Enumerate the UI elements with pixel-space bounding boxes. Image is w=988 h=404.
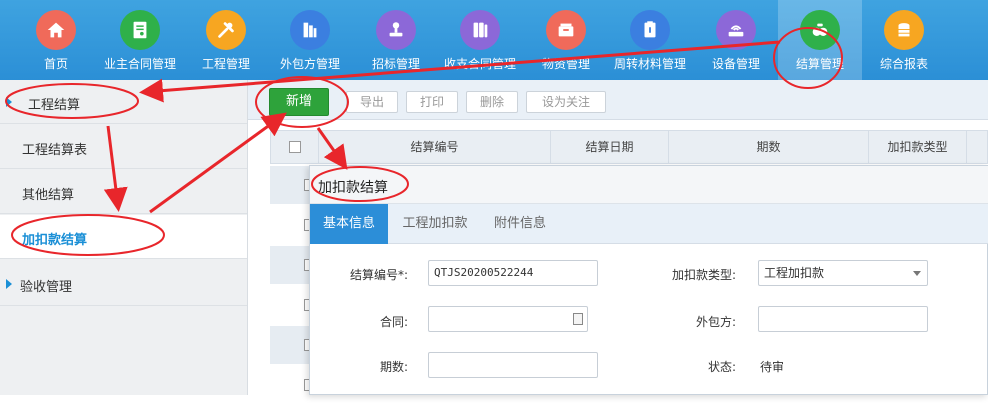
nav-label: 业主合同管理 xyxy=(103,57,176,71)
delete-button[interactable]: 删除 xyxy=(466,91,518,113)
dialog-tabs: 基本信息 工程加扣款 附件信息 xyxy=(310,204,988,244)
document-picker-icon[interactable] xyxy=(573,313,583,325)
home-icon xyxy=(36,10,76,50)
sidebar-item-label: 加扣款结算 xyxy=(22,233,88,248)
export-button[interactable]: 导出 xyxy=(346,91,398,113)
sidebar-group-engineering-settlement[interactable]: 工程结算 xyxy=(0,80,247,124)
sidebar-item-other-settlement[interactable]: 其他结算 xyxy=(0,170,247,214)
new-button[interactable]: 新增 xyxy=(269,88,329,116)
toolbar: 新增 导出 打印 删除 设为关注 xyxy=(248,80,988,120)
building-icon xyxy=(290,10,330,50)
column-header[interactable]: 结算日期 xyxy=(551,131,669,163)
folder-icon xyxy=(460,10,500,50)
sidebar-item-engineering-settlement-table[interactable]: 工程结算表 xyxy=(0,125,247,169)
sidebar-item-label: 验收管理 xyxy=(20,280,73,295)
code-field[interactable]: QTJS20200522244 xyxy=(428,260,598,286)
status-value: 待审 xyxy=(760,360,785,374)
contract-field[interactable] xyxy=(428,306,588,332)
box-icon xyxy=(546,10,586,50)
nav-label: 招标管理 xyxy=(371,57,420,71)
money-bag-icon xyxy=(800,10,840,50)
type-select[interactable]: 工程加扣款 xyxy=(758,260,928,286)
coins-icon xyxy=(884,10,924,50)
wrench-icon xyxy=(206,10,246,50)
nav-label: 工程管理 xyxy=(201,57,250,71)
type-select-value: 工程加扣款 xyxy=(764,266,825,280)
type-label: 加扣款类型: xyxy=(671,268,736,282)
tab-engineering-adjustment[interactable]: 工程加扣款 xyxy=(390,204,480,244)
nav-label: 综合报表 xyxy=(879,57,928,71)
nav-label: 外包方管理 xyxy=(279,57,340,71)
chevron-down-icon xyxy=(913,271,921,276)
dialog-title: 加扣款结算 xyxy=(318,180,388,196)
nav-label: 周转材料管理 xyxy=(613,57,686,71)
clipboard-icon xyxy=(630,10,670,50)
router-icon xyxy=(716,10,756,50)
period-label: 期数: xyxy=(379,360,408,374)
column-header[interactable]: 加扣款类型 xyxy=(869,131,967,163)
table-row[interactable] xyxy=(270,206,316,244)
nav-item-bidding[interactable]: 招标管理 xyxy=(354,0,438,80)
sidebar-item-label: 工程结算 xyxy=(28,98,81,113)
adjustment-settlement-dialog: 加扣款结算 基本信息 工程加扣款 附件信息 结算编号*: QTJS2020052… xyxy=(309,165,988,395)
nav-item-turnover-materials[interactable]: 周转材料管理 xyxy=(608,0,692,80)
sidebar-item-label: 工程结算表 xyxy=(22,143,88,158)
nav-item-engineering[interactable]: 工程管理 xyxy=(184,0,268,80)
period-field[interactable] xyxy=(428,352,598,378)
vendor-label: 外包方: xyxy=(695,315,736,329)
table-header: 结算编号 结算日期 期数 加扣款类型 xyxy=(270,130,988,164)
nav-label: 首页 xyxy=(43,57,68,71)
select-all-cell xyxy=(271,131,319,163)
dialog-header: 加扣款结算 xyxy=(310,166,988,204)
nav-item-income-contract[interactable]: 收支合同管理 xyxy=(438,0,522,80)
status-label: 状态: xyxy=(707,360,736,374)
vendor-field[interactable] xyxy=(758,306,928,332)
sidebar-group-acceptance[interactable]: 验收管理 xyxy=(0,262,247,306)
sidebar-item-label: 其他结算 xyxy=(22,188,75,203)
nav-item-outsource[interactable]: 外包方管理 xyxy=(268,0,352,80)
nav-item-materials[interactable]: 物资管理 xyxy=(524,0,608,80)
nav-item-equipment[interactable]: 设备管理 xyxy=(694,0,778,80)
contract-label: 合同: xyxy=(379,315,408,329)
code-label: 结算编号*: xyxy=(349,268,408,282)
table-row[interactable] xyxy=(270,166,316,204)
tab-attachments[interactable]: 附件信息 xyxy=(480,204,560,244)
nav-label: 物资管理 xyxy=(541,57,590,71)
nav-item-reports[interactable]: 综合报表 xyxy=(862,0,946,80)
column-header[interactable]: 期数 xyxy=(669,131,869,163)
expand-triangle-icon xyxy=(6,97,12,107)
print-button[interactable]: 打印 xyxy=(406,91,458,113)
nav-item-settlement[interactable]: 结算管理 xyxy=(778,0,862,80)
tab-basic-info[interactable]: 基本信息 xyxy=(310,204,388,244)
nav-item-home[interactable]: 首页 xyxy=(14,0,98,80)
table-row[interactable] xyxy=(270,366,316,404)
sidebar-item-adjustment-settlement[interactable]: 加扣款结算 xyxy=(0,215,247,259)
contract-icon xyxy=(120,10,160,50)
nav-item-owner-contract[interactable]: 业主合同管理 xyxy=(98,0,182,80)
table-row[interactable] xyxy=(270,246,316,284)
table-row[interactable] xyxy=(270,326,316,364)
table-row[interactable] xyxy=(270,286,316,324)
select-all-checkbox[interactable] xyxy=(289,141,301,153)
nav-label: 结算管理 xyxy=(795,57,844,71)
follow-button[interactable]: 设为关注 xyxy=(526,91,606,113)
expand-triangle-icon xyxy=(6,279,12,289)
sidebar: 工程结算 工程结算表 其他结算 加扣款结算 验收管理 xyxy=(0,80,248,395)
top-nav: 首页 业主合同管理 工程管理 外包方管理 招标管理 收支合同管理 物资管理 周转… xyxy=(0,0,988,80)
nav-label: 设备管理 xyxy=(711,57,760,71)
nav-label: 收支合同管理 xyxy=(443,57,516,71)
column-header[interactable]: 结算编号 xyxy=(319,131,551,163)
stamp-icon xyxy=(376,10,416,50)
